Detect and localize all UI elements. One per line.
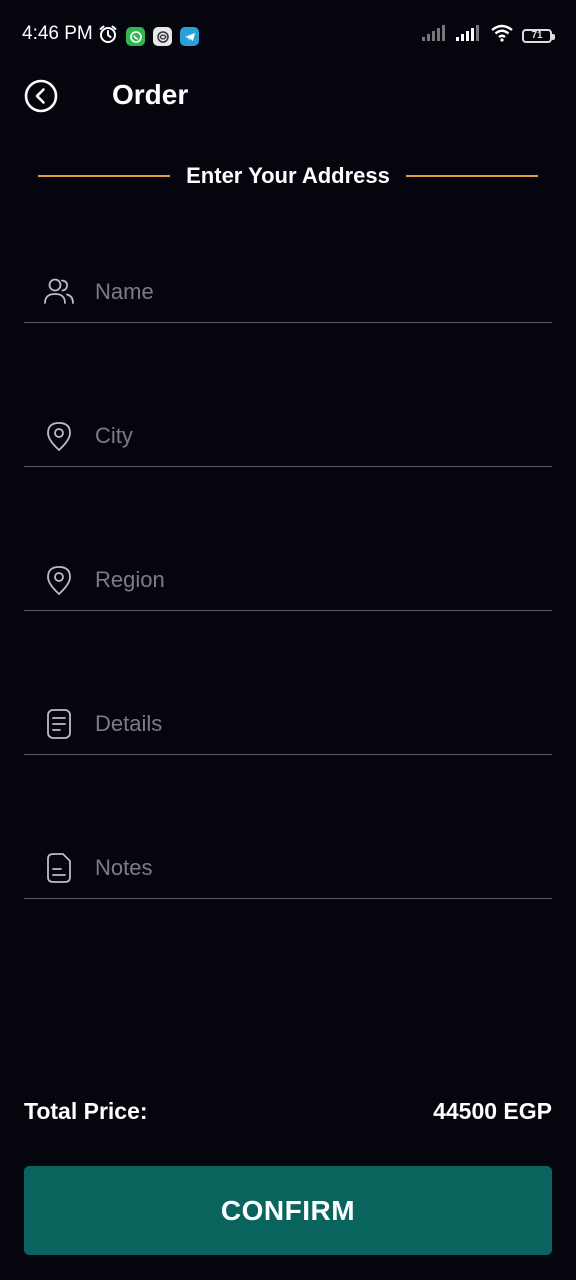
document-icon (41, 706, 77, 742)
app-icon (153, 27, 172, 46)
section-title: Enter Your Address (186, 163, 390, 188)
note-icon (41, 850, 77, 886)
status-bar: 4:46 PM 71 (0, 0, 576, 70)
page-title: Order (112, 79, 189, 110)
name-input[interactable] (95, 272, 552, 312)
telegram-icon (180, 27, 199, 46)
whatsapp-icon (126, 27, 145, 46)
section-heading: Enter Your Address (38, 160, 539, 192)
location-pin-icon (41, 562, 77, 598)
wifi-icon (490, 24, 514, 47)
notes-input[interactable] (95, 848, 552, 888)
notification-icons (98, 24, 199, 49)
city-input[interactable] (95, 416, 552, 456)
notes-field[interactable] (24, 838, 552, 899)
back-arrow-icon (24, 79, 58, 117)
back-button[interactable] (24, 79, 58, 113)
alarm-icon (98, 24, 118, 49)
signal-icon (456, 25, 482, 46)
details-field[interactable] (24, 694, 552, 755)
signal-icon (422, 25, 448, 46)
battery-icon: 71 (522, 28, 555, 43)
name-field[interactable] (24, 262, 552, 323)
city-field[interactable] (24, 406, 552, 467)
divider-right (405, 175, 539, 177)
region-field[interactable] (24, 550, 552, 611)
total-label: Total Price: (24, 1098, 148, 1124)
details-input[interactable] (95, 704, 552, 744)
users-icon (41, 274, 77, 310)
system-icons: 71 (422, 24, 555, 47)
location-pin-icon (41, 418, 77, 454)
total-value: 44500 EGP (433, 1098, 552, 1124)
confirm-button[interactable]: CONFIRM (24, 1166, 552, 1255)
region-input[interactable] (95, 560, 552, 600)
total-row: Total Price: 44500 EGP (24, 1098, 552, 1125)
status-time: 4:46 PM (22, 23, 93, 44)
divider-left (38, 175, 171, 177)
